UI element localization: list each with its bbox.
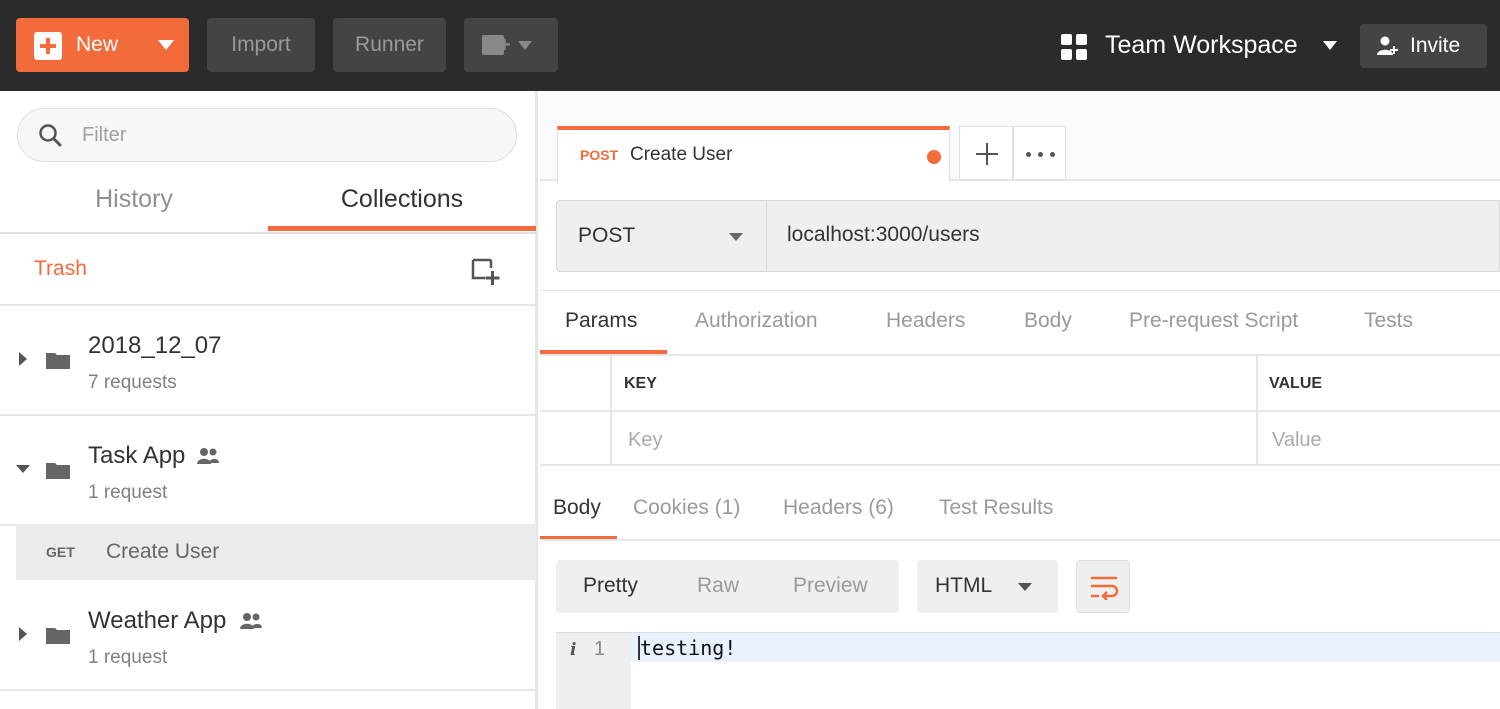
more-tabs-button[interactable] xyxy=(1013,126,1066,180)
chevron-down-icon[interactable] xyxy=(158,40,174,50)
request-method: GET xyxy=(46,544,75,560)
method-select[interactable]: POST xyxy=(556,200,766,272)
format-pretty[interactable]: Pretty xyxy=(583,574,638,598)
collection-request-count: 1 request xyxy=(88,647,168,668)
invite-button[interactable]: Invite xyxy=(1360,24,1487,68)
filter-input[interactable] xyxy=(82,119,482,151)
divider xyxy=(0,232,538,234)
tab-response-body[interactable]: Body xyxy=(553,496,601,520)
filter-field[interactable] xyxy=(17,108,517,162)
divider xyxy=(540,290,1500,291)
table-divider xyxy=(610,356,612,466)
tab-create-user[interactable]: POST Create User xyxy=(557,126,950,182)
collection-item[interactable]: 2018_12_07 7 requests xyxy=(0,306,538,416)
trash-link[interactable]: Trash xyxy=(34,257,87,281)
collection-request-count: 1 request xyxy=(88,482,168,503)
unsaved-indicator-icon[interactable] xyxy=(927,150,941,164)
format-raw[interactable]: Raw xyxy=(697,574,739,598)
tab-collections[interactable]: Collections xyxy=(268,171,536,231)
main-panel: POST Create User POST localhost:3000/use… xyxy=(540,91,1500,709)
plus-icon xyxy=(34,32,62,60)
new-collection-icon[interactable] xyxy=(471,256,501,286)
code-line[interactable]: testing! xyxy=(631,633,1500,662)
table-divider xyxy=(1256,356,1258,466)
url-input[interactable]: localhost:3000/users xyxy=(766,200,1500,272)
team-icon xyxy=(240,613,262,629)
request-item[interactable]: GET Create User xyxy=(16,524,536,580)
tab-headers[interactable]: Headers xyxy=(886,309,965,333)
line-number: 1 xyxy=(594,638,606,660)
caret-right-icon[interactable] xyxy=(19,627,27,641)
tab-test-results[interactable]: Test Results xyxy=(939,496,1053,520)
add-user-icon xyxy=(1377,36,1398,55)
method-value: POST xyxy=(578,224,636,247)
tab-params[interactable]: Params xyxy=(565,309,637,333)
collection-name: Weather App xyxy=(88,607,227,634)
request-name: Create User xyxy=(106,540,220,563)
chevron-down-icon[interactable] xyxy=(1323,41,1337,50)
caret-down-icon[interactable] xyxy=(16,465,30,473)
editor-gutter: i 1 xyxy=(556,633,631,709)
divider xyxy=(540,539,1500,541)
tab-name: Create User xyxy=(630,144,733,165)
code-text: testing! xyxy=(640,636,737,660)
folder-icon xyxy=(46,463,70,479)
info-icon: i xyxy=(570,640,577,660)
sidebar: History Collections Trash 2018_12_07 7 r… xyxy=(0,91,538,709)
tab-authorization[interactable]: Authorization xyxy=(695,309,818,333)
invite-label: Invite xyxy=(1410,34,1461,57)
format-preview[interactable]: Preview xyxy=(793,574,868,598)
workspace-grid-icon[interactable] xyxy=(1061,34,1087,60)
search-icon xyxy=(39,124,62,147)
caret-right-icon[interactable] xyxy=(19,352,27,366)
folder-icon xyxy=(46,628,70,644)
team-icon xyxy=(197,448,219,464)
top-toolbar: New Import Runner Team Workspace Invite xyxy=(0,0,1500,91)
add-tab-button[interactable] xyxy=(959,126,1013,180)
tab-history[interactable]: History xyxy=(0,171,268,231)
tab-response-headers[interactable]: Headers (6) xyxy=(783,496,894,520)
new-window-button[interactable] xyxy=(464,18,558,72)
response-editor[interactable]: i 1 testing! xyxy=(556,632,1500,709)
chevron-down-icon xyxy=(518,41,532,50)
new-button[interactable]: New xyxy=(16,18,189,72)
new-button-label: New xyxy=(76,33,119,56)
table-divider xyxy=(540,410,1500,412)
collection-name: Task App xyxy=(88,442,186,469)
tab-cookies[interactable]: Cookies (1) xyxy=(633,496,740,520)
tab-body[interactable]: Body xyxy=(1024,309,1072,333)
table-divider xyxy=(540,464,1500,466)
key-input[interactable]: Key xyxy=(628,429,662,452)
tab-pre-request-script[interactable]: Pre-request Script xyxy=(1129,309,1298,333)
workspace-switcher[interactable]: Team Workspace xyxy=(1105,31,1298,60)
chevron-down-icon xyxy=(1018,583,1032,591)
collection-request-count: 7 requests xyxy=(88,372,177,393)
wrap-lines-button[interactable] xyxy=(1076,560,1130,613)
url-value[interactable]: localhost:3000/users xyxy=(787,223,980,247)
value-input[interactable]: Value xyxy=(1272,429,1322,452)
tab-method: POST xyxy=(580,147,619,163)
runner-button[interactable]: Runner xyxy=(333,18,446,72)
folder-icon xyxy=(46,353,70,369)
collection-item[interactable]: Weather App 1 request xyxy=(0,581,538,691)
tab-tests[interactable]: Tests xyxy=(1364,309,1413,333)
value-column-header: VALUE xyxy=(1269,375,1323,392)
chevron-down-icon xyxy=(729,233,743,241)
import-button[interactable]: Import xyxy=(207,18,315,72)
collection-item[interactable]: Task App 1 request xyxy=(0,416,538,526)
language-value: HTML xyxy=(935,574,993,597)
params-table: KEY VALUE Key Value xyxy=(540,356,1500,466)
language-select[interactable]: HTML xyxy=(917,560,1058,613)
key-column-header: KEY xyxy=(624,375,657,392)
wrap-lines-icon xyxy=(1091,576,1119,600)
new-window-icon xyxy=(482,35,511,55)
format-toggle: Pretty Raw Preview xyxy=(556,560,899,613)
collection-name: 2018_12_07 xyxy=(88,332,222,359)
